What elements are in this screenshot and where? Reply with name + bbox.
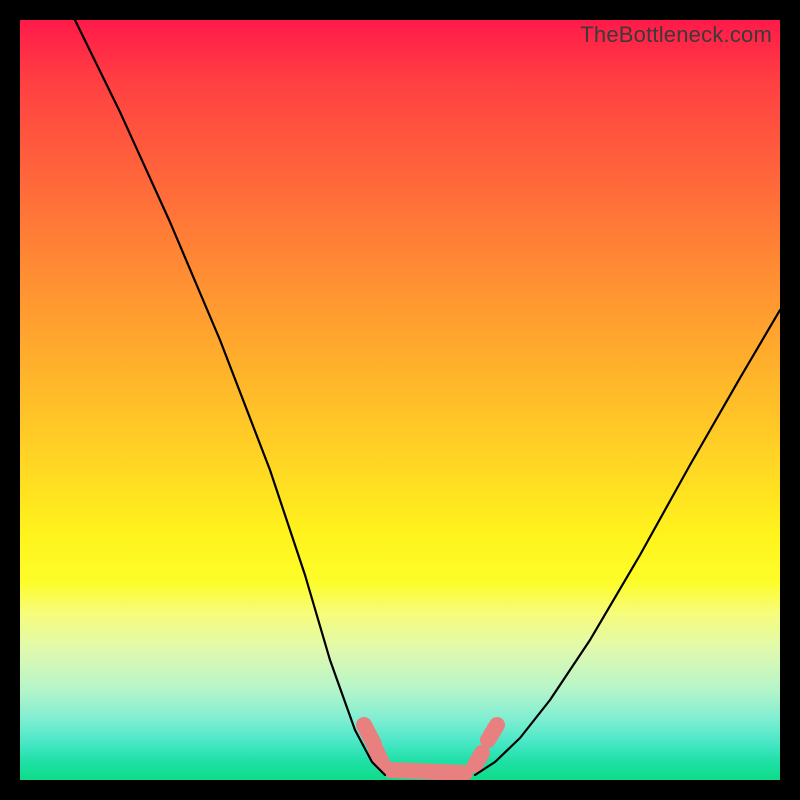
valley-marker-1 (376, 750, 382, 763)
plot-area: TheBottleneck.com (20, 20, 780, 780)
series-right-curve (475, 310, 780, 775)
chart-svg (20, 20, 780, 780)
valley-marker-4 (488, 725, 497, 740)
curve-paths (75, 20, 780, 775)
chart-frame: TheBottleneck.com (0, 0, 800, 800)
valley-marker-2 (390, 770, 465, 773)
valley-marker-3 (475, 753, 482, 765)
series-left-curve (75, 20, 385, 775)
valley-marker-0 (364, 725, 374, 744)
valley-markers (364, 725, 497, 773)
